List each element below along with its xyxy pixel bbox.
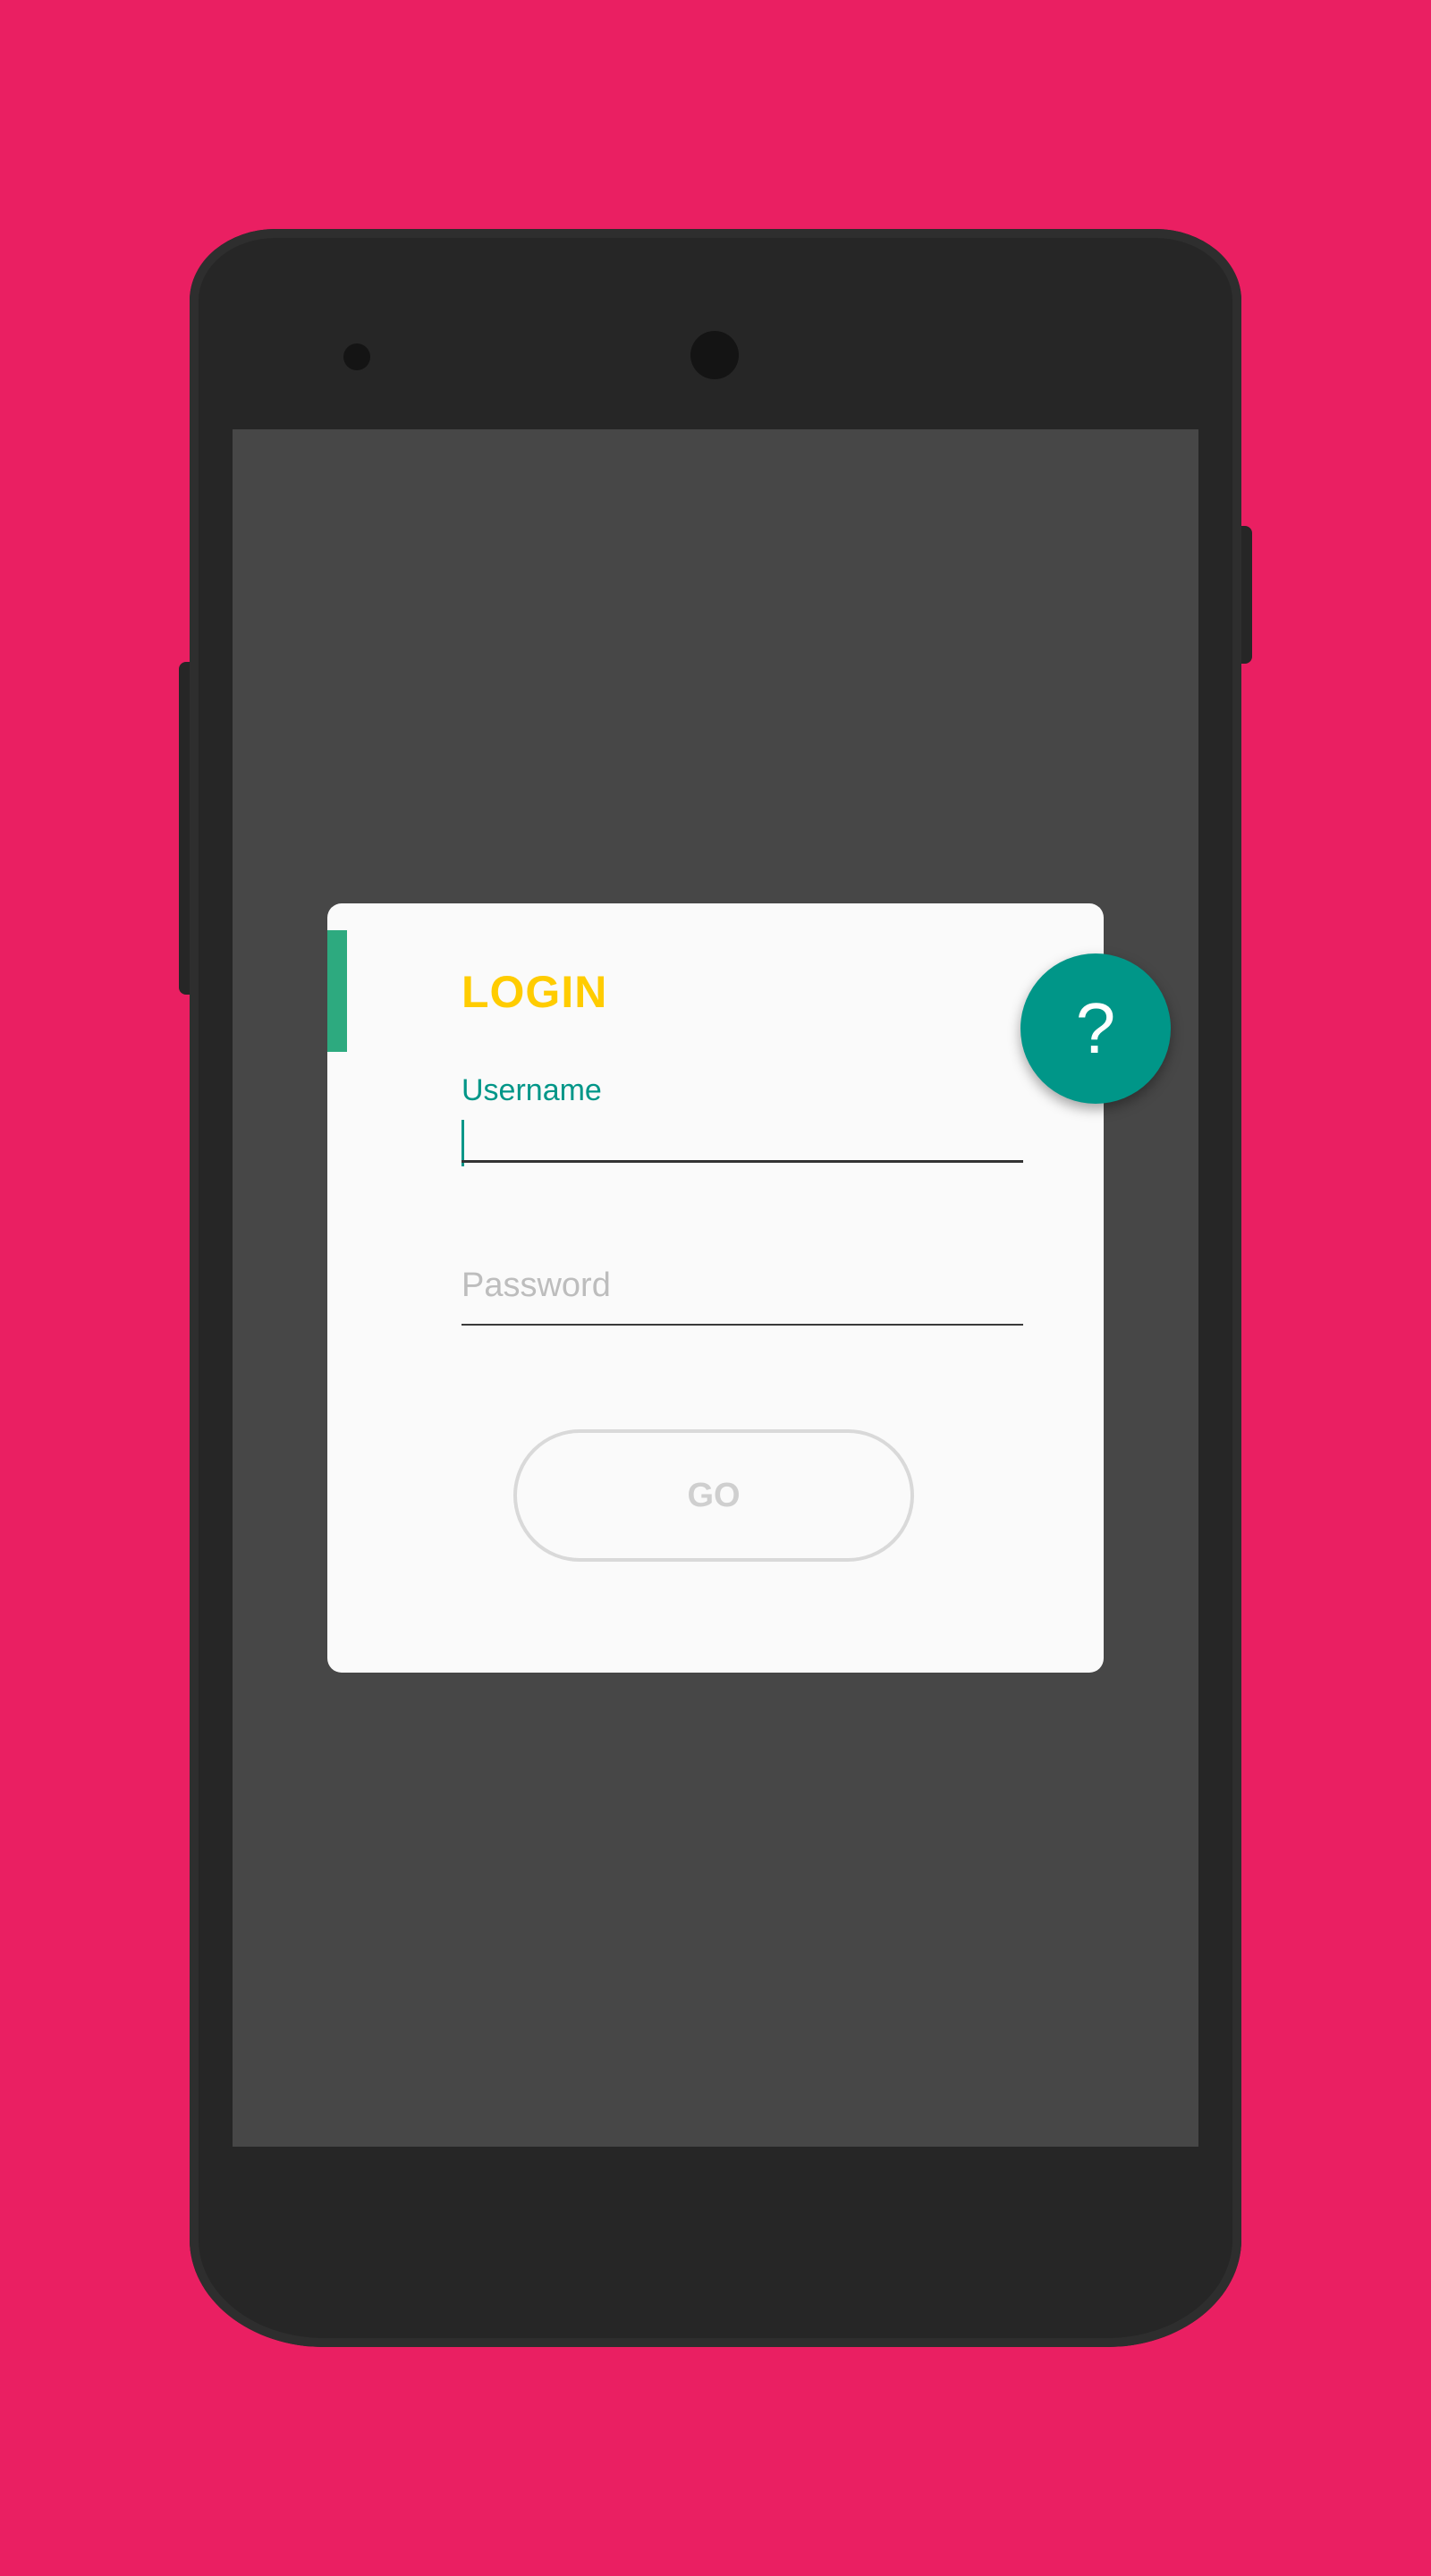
password-underline bbox=[461, 1324, 1023, 1326]
question-mark-icon: ? bbox=[1075, 988, 1116, 1068]
password-field[interactable]: Password bbox=[461, 1243, 1023, 1326]
front-camera bbox=[690, 331, 739, 379]
help-fab-button[interactable]: ? bbox=[1020, 953, 1171, 1104]
background: LOGIN Username Password GO ? bbox=[0, 0, 1431, 2576]
card-accent-bar bbox=[327, 930, 347, 1052]
sensor-dot bbox=[343, 343, 370, 370]
go-button[interactable]: GO bbox=[513, 1429, 914, 1562]
login-card: LOGIN Username Password GO bbox=[327, 903, 1104, 1673]
password-placeholder: Password bbox=[461, 1267, 611, 1304]
username-field[interactable]: Username bbox=[461, 1073, 1023, 1166]
phone-screen: LOGIN Username Password GO ? bbox=[233, 429, 1198, 2147]
username-label: Username bbox=[461, 1073, 602, 1107]
username-underline bbox=[461, 1160, 1023, 1163]
login-title: LOGIN bbox=[461, 967, 608, 1017]
